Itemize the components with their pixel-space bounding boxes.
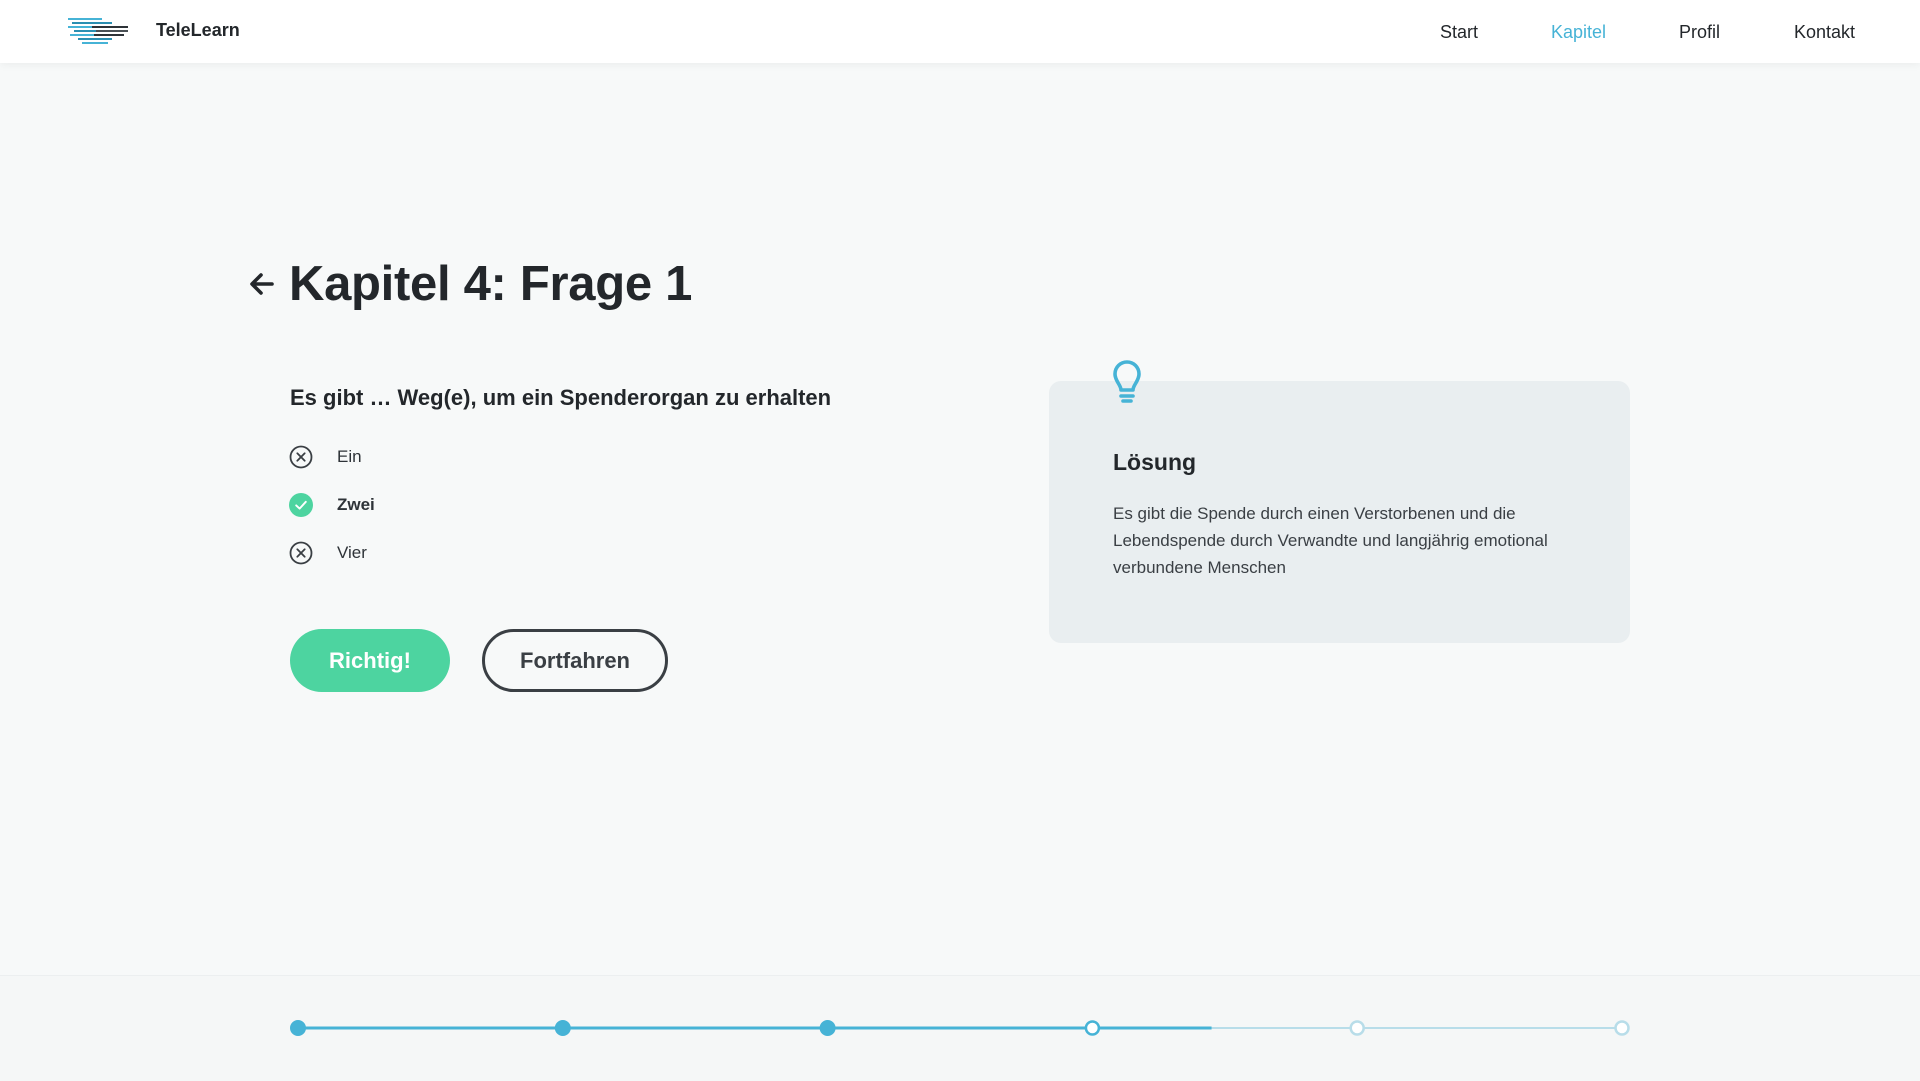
result-richtig-button[interactable]: Richtig! <box>290 629 450 692</box>
telelearn-logo-icon[interactable] <box>68 17 128 49</box>
wrong-x-icon <box>289 541 313 565</box>
nav-item-start[interactable]: Start <box>1440 22 1478 43</box>
nav-item-kontakt[interactable]: Kontakt <box>1794 22 1855 43</box>
continue-button[interactable]: Fortfahren <box>482 629 668 692</box>
answer-label: Vier <box>337 543 367 562</box>
top-navbar: TeleLearn Start Kapitel Profil Kontakt <box>0 0 1920 63</box>
answer-option-zwei[interactable]: Zwei <box>289 492 375 518</box>
progress-step-1[interactable] <box>290 1020 306 1036</box>
progress-step-4[interactable] <box>1084 1020 1101 1036</box>
wrong-x-icon <box>289 445 313 469</box>
solution-text: Es gibt die Spende durch einen Verstorbe… <box>1113 504 1548 577</box>
correct-check-icon <box>289 493 313 517</box>
back-arrow-icon[interactable] <box>248 270 276 298</box>
answer-option-ein[interactable]: Ein <box>289 444 362 470</box>
answer-option-vier[interactable]: Vier <box>289 540 367 566</box>
nav-item-kapitel[interactable]: Kapitel <box>1551 22 1606 43</box>
answer-label: Zwei <box>337 495 375 514</box>
nav-item-profil[interactable]: Profil <box>1679 22 1720 43</box>
chapter-progress-bar <box>290 1020 1630 1036</box>
progress-step-6[interactable] <box>1614 1020 1630 1036</box>
answer-label: Ein <box>337 447 362 466</box>
progress-step-5[interactable] <box>1349 1020 1365 1036</box>
solution-title: Lösung <box>1113 449 1197 475</box>
page-title: Kapitel 4: Frage 1 <box>289 257 693 311</box>
brand-name[interactable]: TeleLearn <box>156 20 240 41</box>
progress-footer <box>0 975 1920 1081</box>
progress-step-2[interactable] <box>554 1020 571 1036</box>
question-text: Es gibt … Weg(e), um ein Spenderorgan zu… <box>290 385 832 410</box>
progress-step-3[interactable] <box>819 1020 836 1036</box>
lightbulb-icon <box>1113 360 1141 403</box>
